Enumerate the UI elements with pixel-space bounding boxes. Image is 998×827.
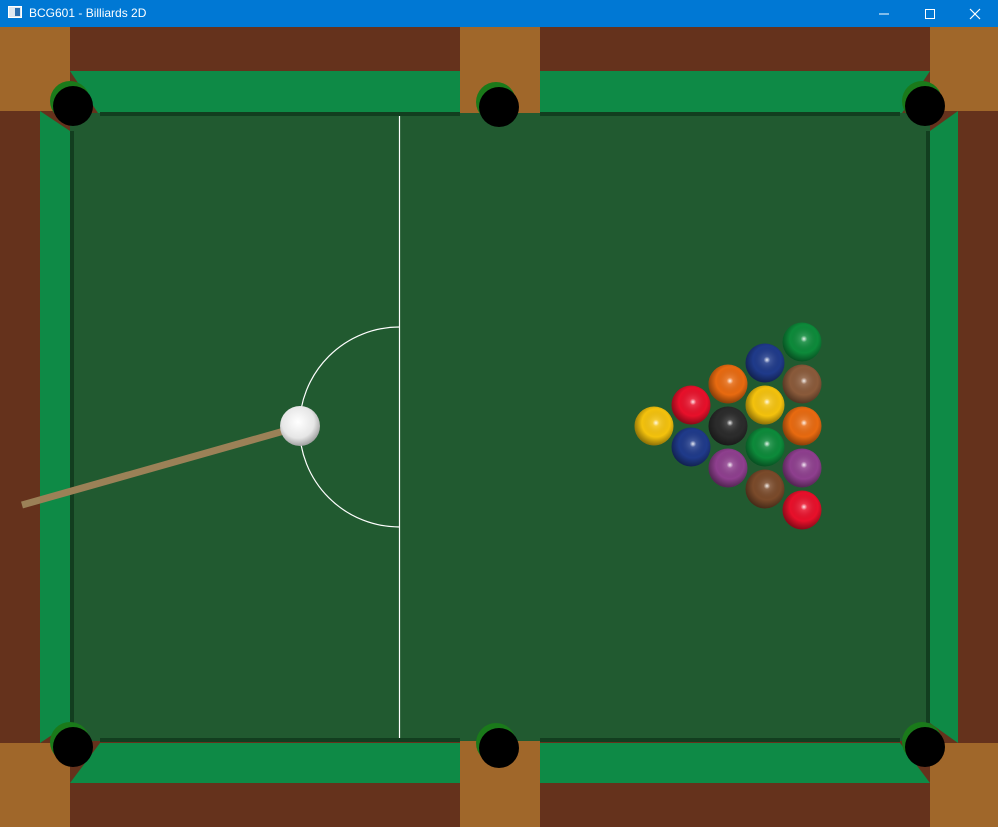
close-button[interactable]	[952, 0, 998, 27]
minimize-icon	[879, 13, 889, 14]
object-ball	[708, 448, 748, 488]
rail-bottom-right	[540, 743, 930, 783]
window-title: BCG601 - Billiards 2D	[29, 6, 147, 20]
app-window-icon	[8, 6, 22, 18]
cue-ball[interactable]	[280, 406, 320, 446]
minimize-button[interactable]	[861, 0, 907, 27]
object-ball	[745, 385, 785, 425]
close-icon	[969, 8, 981, 19]
rail-left	[40, 111, 70, 743]
maximize-icon	[925, 8, 935, 19]
object-ball	[782, 448, 822, 488]
rail-bottom-left	[70, 743, 460, 783]
object-ball	[708, 364, 748, 404]
rail-top-right	[540, 71, 930, 116]
object-ball	[745, 469, 785, 509]
object-ball	[782, 322, 822, 362]
object-ball	[671, 385, 711, 425]
rail-top-left	[70, 71, 460, 116]
object-ball	[745, 427, 785, 467]
object-ball	[782, 490, 822, 530]
object-ball	[634, 406, 674, 446]
object-ball	[782, 364, 822, 404]
maximize-button[interactable]	[907, 0, 953, 27]
object-ball	[671, 427, 711, 467]
object-ball	[782, 406, 822, 446]
table-svg	[0, 27, 998, 827]
title-bar: BCG601 - Billiards 2D	[0, 0, 998, 27]
object-ball	[708, 406, 748, 446]
rail-right	[930, 111, 958, 743]
billiards-canvas[interactable]	[0, 27, 998, 827]
object-ball	[745, 343, 785, 383]
